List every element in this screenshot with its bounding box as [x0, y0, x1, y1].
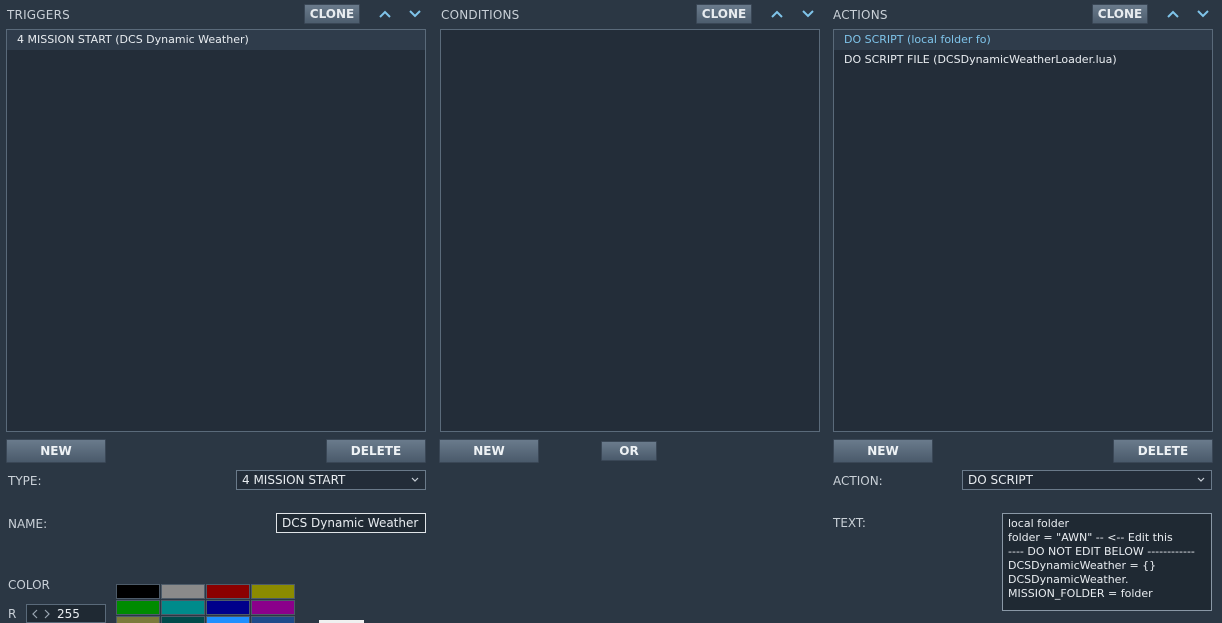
color-label: COLOR	[8, 578, 50, 592]
chevron-up-icon	[379, 10, 391, 18]
chevron-left-icon[interactable]	[31, 609, 39, 619]
type-label: TYPE:	[8, 474, 42, 488]
triggers-clone-button[interactable]: CLONE	[304, 4, 360, 24]
color-swatch[interactable]	[116, 616, 160, 623]
actions-move-up-button[interactable]	[1164, 5, 1182, 23]
color-swatch[interactable]	[161, 584, 205, 599]
triggers-move-down-button[interactable]	[406, 5, 424, 23]
list-item[interactable]: DO SCRIPT (local folder fo)	[834, 30, 1212, 50]
actions-clone-button[interactable]: CLONE	[1092, 4, 1148, 24]
r-label: R	[8, 607, 17, 621]
chevron-down-icon	[409, 10, 421, 18]
conditions-clone-button[interactable]: CLONE	[696, 4, 752, 24]
color-swatch[interactable]	[251, 616, 295, 623]
triggers-delete-button[interactable]: DELETE	[326, 439, 426, 463]
type-select[interactable]: 4 MISSION START	[236, 470, 426, 490]
color-swatch[interactable]	[161, 600, 205, 615]
r-value: 255	[57, 607, 80, 621]
color-swatch[interactable]	[206, 616, 250, 623]
color-swatch[interactable]	[161, 616, 205, 623]
actions-new-button[interactable]: NEW	[833, 439, 933, 463]
action-label: ACTION:	[833, 474, 883, 488]
text-label: TEXT:	[833, 516, 866, 530]
actions-delete-button[interactable]: DELETE	[1113, 439, 1213, 463]
color-swatch[interactable]	[206, 600, 250, 615]
color-swatch[interactable]	[116, 600, 160, 615]
triggers-title: TRIGGERS	[7, 8, 70, 22]
chevron-up-icon	[1167, 10, 1179, 18]
color-swatch[interactable]	[251, 600, 295, 615]
chevron-down-icon	[1197, 10, 1209, 18]
conditions-new-button[interactable]: NEW	[439, 439, 539, 463]
color-swatch[interactable]	[206, 584, 250, 599]
conditions-move-down-button[interactable]	[799, 5, 817, 23]
list-item[interactable]: 4 MISSION START (DCS Dynamic Weather)	[7, 30, 425, 50]
triggers-move-up-button[interactable]	[376, 5, 394, 23]
triggers-list[interactable]: 4 MISSION START (DCS Dynamic Weather)	[6, 29, 426, 432]
conditions-or-button[interactable]: OR	[601, 441, 657, 461]
action-select[interactable]: DO SCRIPT	[962, 470, 1212, 490]
color-swatch[interactable]	[116, 584, 160, 599]
name-input[interactable]: DCS Dynamic Weather	[276, 513, 426, 533]
r-value-stepper[interactable]: 255	[26, 604, 106, 623]
chevron-down-icon	[802, 10, 814, 18]
chevron-up-icon	[771, 10, 783, 18]
color-swatch[interactable]	[251, 584, 295, 599]
actions-title: ACTIONS	[833, 8, 888, 22]
conditions-move-up-button[interactable]	[768, 5, 786, 23]
actions-move-down-button[interactable]	[1194, 5, 1212, 23]
name-label: NAME:	[8, 517, 48, 531]
chevron-down-icon	[1197, 477, 1205, 482]
chevron-right-icon[interactable]	[43, 609, 51, 619]
conditions-title: CONDITIONS	[441, 8, 520, 22]
conditions-list[interactable]	[440, 29, 820, 432]
action-select-value: DO SCRIPT	[968, 473, 1033, 487]
chevron-down-icon	[411, 477, 419, 482]
type-select-value: 4 MISSION START	[242, 473, 346, 487]
script-text-area[interactable]: local folder folder = "AWN" -- <-- Edit …	[1002, 513, 1212, 611]
actions-list[interactable]: DO SCRIPT (local folder fo) DO SCRIPT FI…	[833, 29, 1213, 432]
list-item[interactable]: DO SCRIPT FILE (DCSDynamicWeatherLoader.…	[834, 50, 1212, 70]
triggers-new-button[interactable]: NEW	[6, 439, 106, 463]
